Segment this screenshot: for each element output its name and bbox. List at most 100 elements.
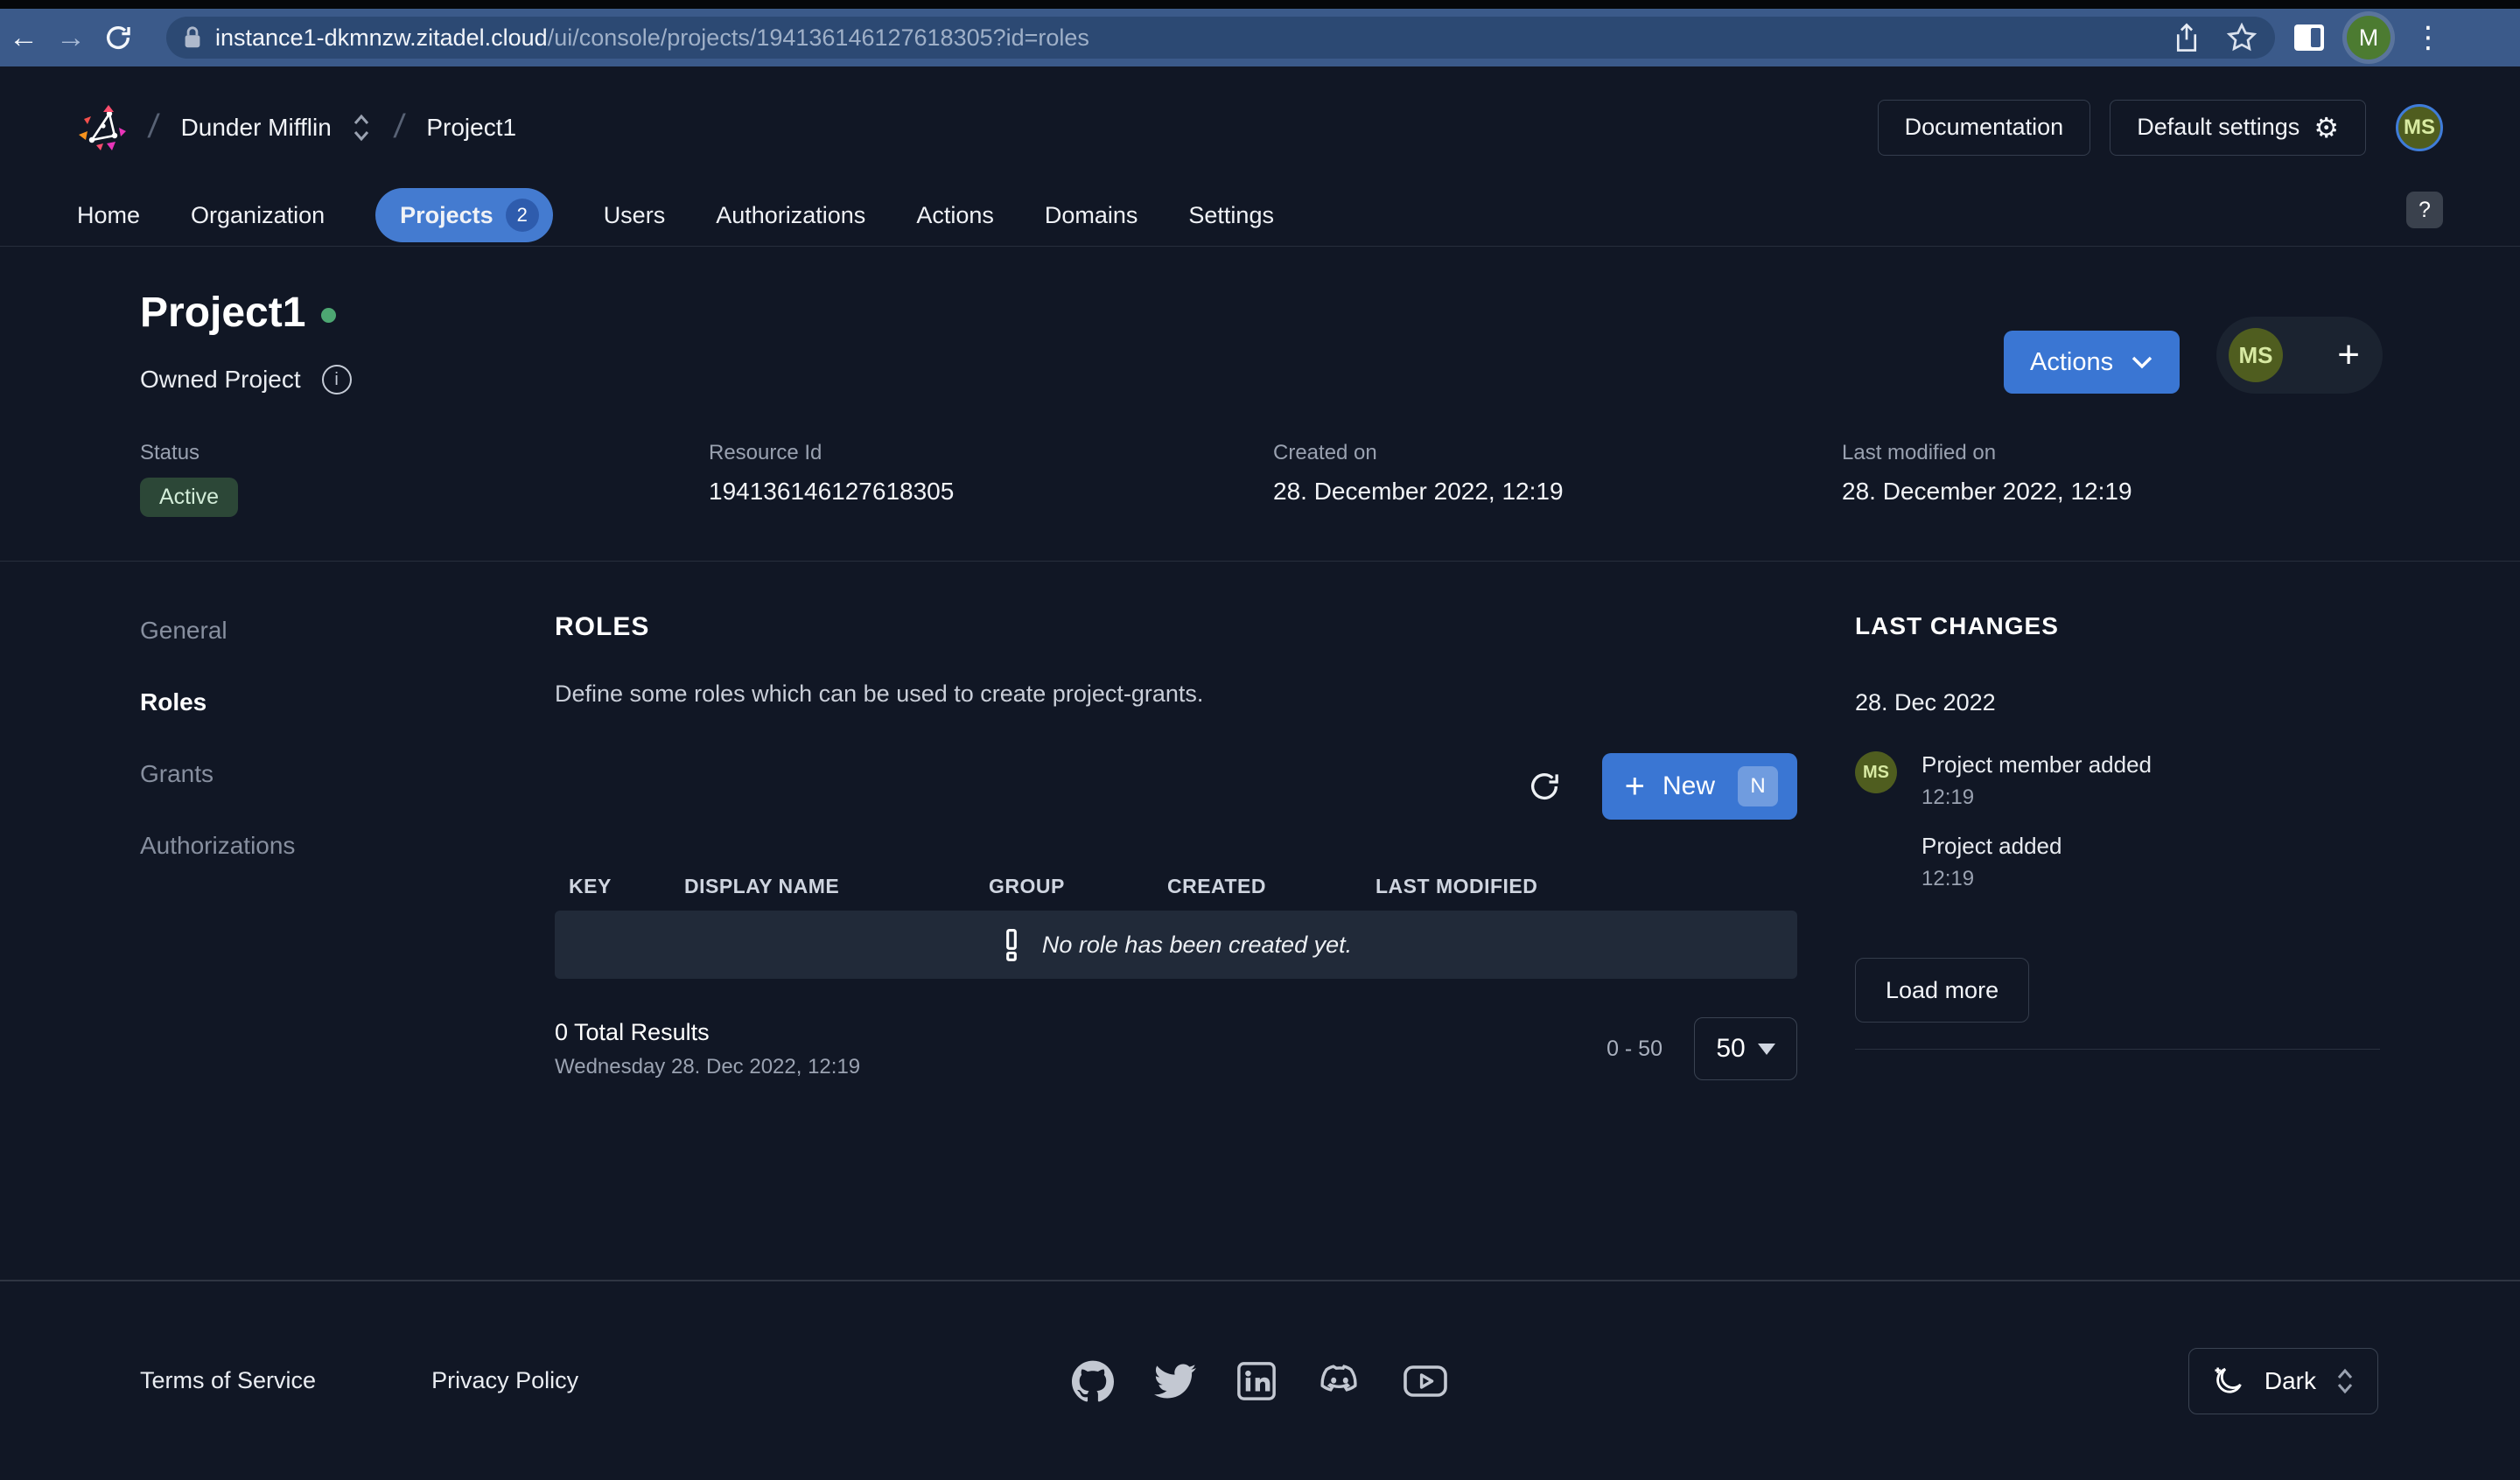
tab-authorizations[interactable]: Authorizations bbox=[716, 193, 865, 238]
last-changes-title: LAST CHANGES bbox=[1855, 612, 2380, 640]
col-created: CREATED bbox=[1167, 875, 1376, 898]
new-role-button[interactable]: + New N bbox=[1602, 753, 1797, 820]
col-key: KEY bbox=[569, 875, 684, 898]
browser-tab-strip bbox=[0, 0, 2520, 9]
breadcrumb-separator: / bbox=[392, 108, 407, 146]
terms-of-service-link[interactable]: Terms of Service bbox=[140, 1367, 316, 1394]
browser-reload-icon[interactable] bbox=[94, 23, 142, 52]
resource-id-value: 194136146127618305 bbox=[709, 478, 1273, 506]
tab-domains[interactable]: Domains bbox=[1045, 193, 1138, 238]
event-label: Project member added bbox=[1922, 751, 2152, 778]
chevron-down-icon bbox=[2131, 354, 2153, 370]
url-text: instance1-dkmnzw.zitadel.cloud/ui/consol… bbox=[215, 24, 1089, 52]
tab-actions[interactable]: Actions bbox=[916, 193, 994, 238]
changes-date: 28. Dec 2022 bbox=[1855, 689, 2380, 716]
event-time: 12:19 bbox=[1922, 867, 2062, 891]
project-meta: Status Active Resource Id 19413614612761… bbox=[140, 441, 2132, 517]
address-bar[interactable]: instance1-dkmnzw.zitadel.cloud/ui/consol… bbox=[166, 17, 2275, 59]
created-on-value: 28. December 2022, 12:19 bbox=[1273, 478, 1842, 506]
last-changes-panel: LAST CHANGES 28. Dec 2022 MS Project mem… bbox=[1855, 562, 2380, 1050]
load-more-button[interactable]: Load more bbox=[1855, 958, 2029, 1023]
event-avatar: MS bbox=[1855, 751, 1897, 793]
app-header: / Dunder Mifflin / Project1 Documentatio… bbox=[0, 66, 2520, 188]
breadcrumb-project[interactable]: Project1 bbox=[426, 114, 516, 142]
browser-profile-avatar[interactable]: M bbox=[2347, 16, 2390, 59]
exclamation-icon bbox=[1000, 928, 1023, 961]
help-button[interactable]: ? bbox=[2406, 192, 2443, 228]
theme-selector[interactable]: Dark bbox=[2188, 1348, 2378, 1414]
browser-menu-icon[interactable]: ⋮ bbox=[2413, 20, 2443, 55]
section-description: Define some roles which can be used to c… bbox=[555, 681, 1797, 708]
col-display-name: DISPLAY NAME bbox=[684, 875, 989, 898]
tab-organization[interactable]: Organization bbox=[191, 193, 325, 238]
github-icon[interactable] bbox=[1072, 1360, 1114, 1402]
project-side-nav: General Roles Grants Authorizations bbox=[140, 616, 508, 903]
documentation-button[interactable]: Documentation bbox=[1878, 100, 2091, 156]
content-area: General Roles Grants Authorizations ROLE… bbox=[0, 562, 2520, 1281]
roles-table-header: KEY DISPLAY NAME GROUP CREATED LAST MODI… bbox=[555, 862, 1797, 911]
tab-settings[interactable]: Settings bbox=[1188, 193, 1274, 238]
twitter-icon[interactable] bbox=[1154, 1360, 1196, 1402]
info-icon[interactable]: i bbox=[322, 365, 352, 394]
col-group: GROUP bbox=[989, 875, 1167, 898]
zitadel-logo-icon[interactable] bbox=[77, 103, 126, 152]
change-event[interactable]: Project added 12:19 bbox=[1855, 833, 2380, 891]
resource-id-label: Resource Id bbox=[709, 441, 1273, 465]
browser-back-icon[interactable]: ← bbox=[0, 21, 47, 55]
sidebar-item-general[interactable]: General bbox=[140, 616, 508, 646]
section-title: ROLES bbox=[555, 612, 1797, 642]
sidebar-item-grants[interactable]: Grants bbox=[140, 759, 508, 789]
projects-count-badge: 2 bbox=[506, 199, 539, 232]
panel-divider bbox=[1855, 1049, 2380, 1050]
page-range: 0 - 50 bbox=[1606, 1037, 1662, 1062]
total-results: 0 Total Results bbox=[555, 1019, 860, 1046]
col-last-modified: LAST MODIFIED bbox=[1376, 875, 1797, 898]
browser-forward-icon[interactable]: → bbox=[47, 21, 94, 55]
theme-label: Dark bbox=[2264, 1367, 2316, 1395]
moon-icon bbox=[2212, 1365, 2245, 1398]
bookmark-star-icon[interactable] bbox=[2226, 22, 2258, 53]
breadcrumb-org[interactable]: Dunder Mifflin bbox=[181, 114, 332, 142]
main-nav: Home Organization Projects 2 Users Autho… bbox=[0, 188, 2520, 247]
status-label: Status bbox=[140, 441, 709, 465]
user-avatar[interactable]: MS bbox=[2396, 104, 2443, 151]
org-switcher-icon[interactable] bbox=[351, 112, 372, 143]
linkedin-icon[interactable] bbox=[1236, 1361, 1277, 1401]
shortcut-badge: N bbox=[1738, 766, 1778, 806]
event-time: 12:19 bbox=[1922, 785, 2152, 810]
tab-home[interactable]: Home bbox=[77, 193, 140, 238]
caret-down-icon bbox=[1758, 1044, 1775, 1055]
youtube-icon[interactable] bbox=[1403, 1363, 1448, 1400]
sidebar-item-roles[interactable]: Roles bbox=[140, 688, 508, 717]
change-event[interactable]: MS Project member added 12:19 bbox=[1855, 751, 2380, 810]
tab-users[interactable]: Users bbox=[604, 193, 666, 238]
page-title: Project1 bbox=[140, 289, 305, 337]
project-members-pill[interactable]: MS + bbox=[2216, 317, 2383, 394]
gear-icon: ⚙ bbox=[2314, 114, 2339, 142]
lock-icon bbox=[182, 25, 203, 50]
tab-projects[interactable]: Projects 2 bbox=[375, 188, 553, 242]
page-size-select[interactable]: 50 bbox=[1694, 1017, 1797, 1080]
sidebar-item-authorizations[interactable]: Authorizations bbox=[140, 831, 508, 861]
results-timestamp: Wednesday 28. Dec 2022, 12:19 bbox=[555, 1055, 860, 1079]
share-icon[interactable] bbox=[2174, 23, 2200, 52]
console-app: / Dunder Mifflin / Project1 Documentatio… bbox=[0, 66, 2520, 1480]
side-panel-icon[interactable] bbox=[2294, 24, 2324, 51]
discord-icon[interactable] bbox=[1317, 1361, 1362, 1401]
default-settings-button[interactable]: Default settings ⚙ bbox=[2110, 100, 2366, 156]
empty-state-row: No role has been created yet. bbox=[555, 911, 1797, 979]
project-hero: Project1 Owned Project i Actions MS + St… bbox=[0, 247, 2520, 562]
actions-button[interactable]: Actions bbox=[2004, 331, 2180, 394]
breadcrumb-separator: / bbox=[146, 108, 161, 146]
roles-section: ROLES Define some roles which can be use… bbox=[555, 562, 1797, 1080]
last-modified-value: 28. December 2022, 12:19 bbox=[1842, 478, 2132, 506]
status-badge: Active bbox=[140, 478, 238, 517]
member-avatar: MS bbox=[2229, 328, 2283, 382]
privacy-policy-link[interactable]: Privacy Policy bbox=[431, 1367, 578, 1394]
refresh-icon[interactable] bbox=[1527, 769, 1562, 804]
updown-chevrons-icon bbox=[2335, 1367, 2355, 1395]
created-on-label: Created on bbox=[1273, 441, 1842, 465]
empty-state-message: No role has been created yet. bbox=[1042, 932, 1352, 959]
app-footer: Terms of Service Privacy Policy bbox=[0, 1280, 2520, 1480]
active-state-dot bbox=[321, 308, 336, 323]
